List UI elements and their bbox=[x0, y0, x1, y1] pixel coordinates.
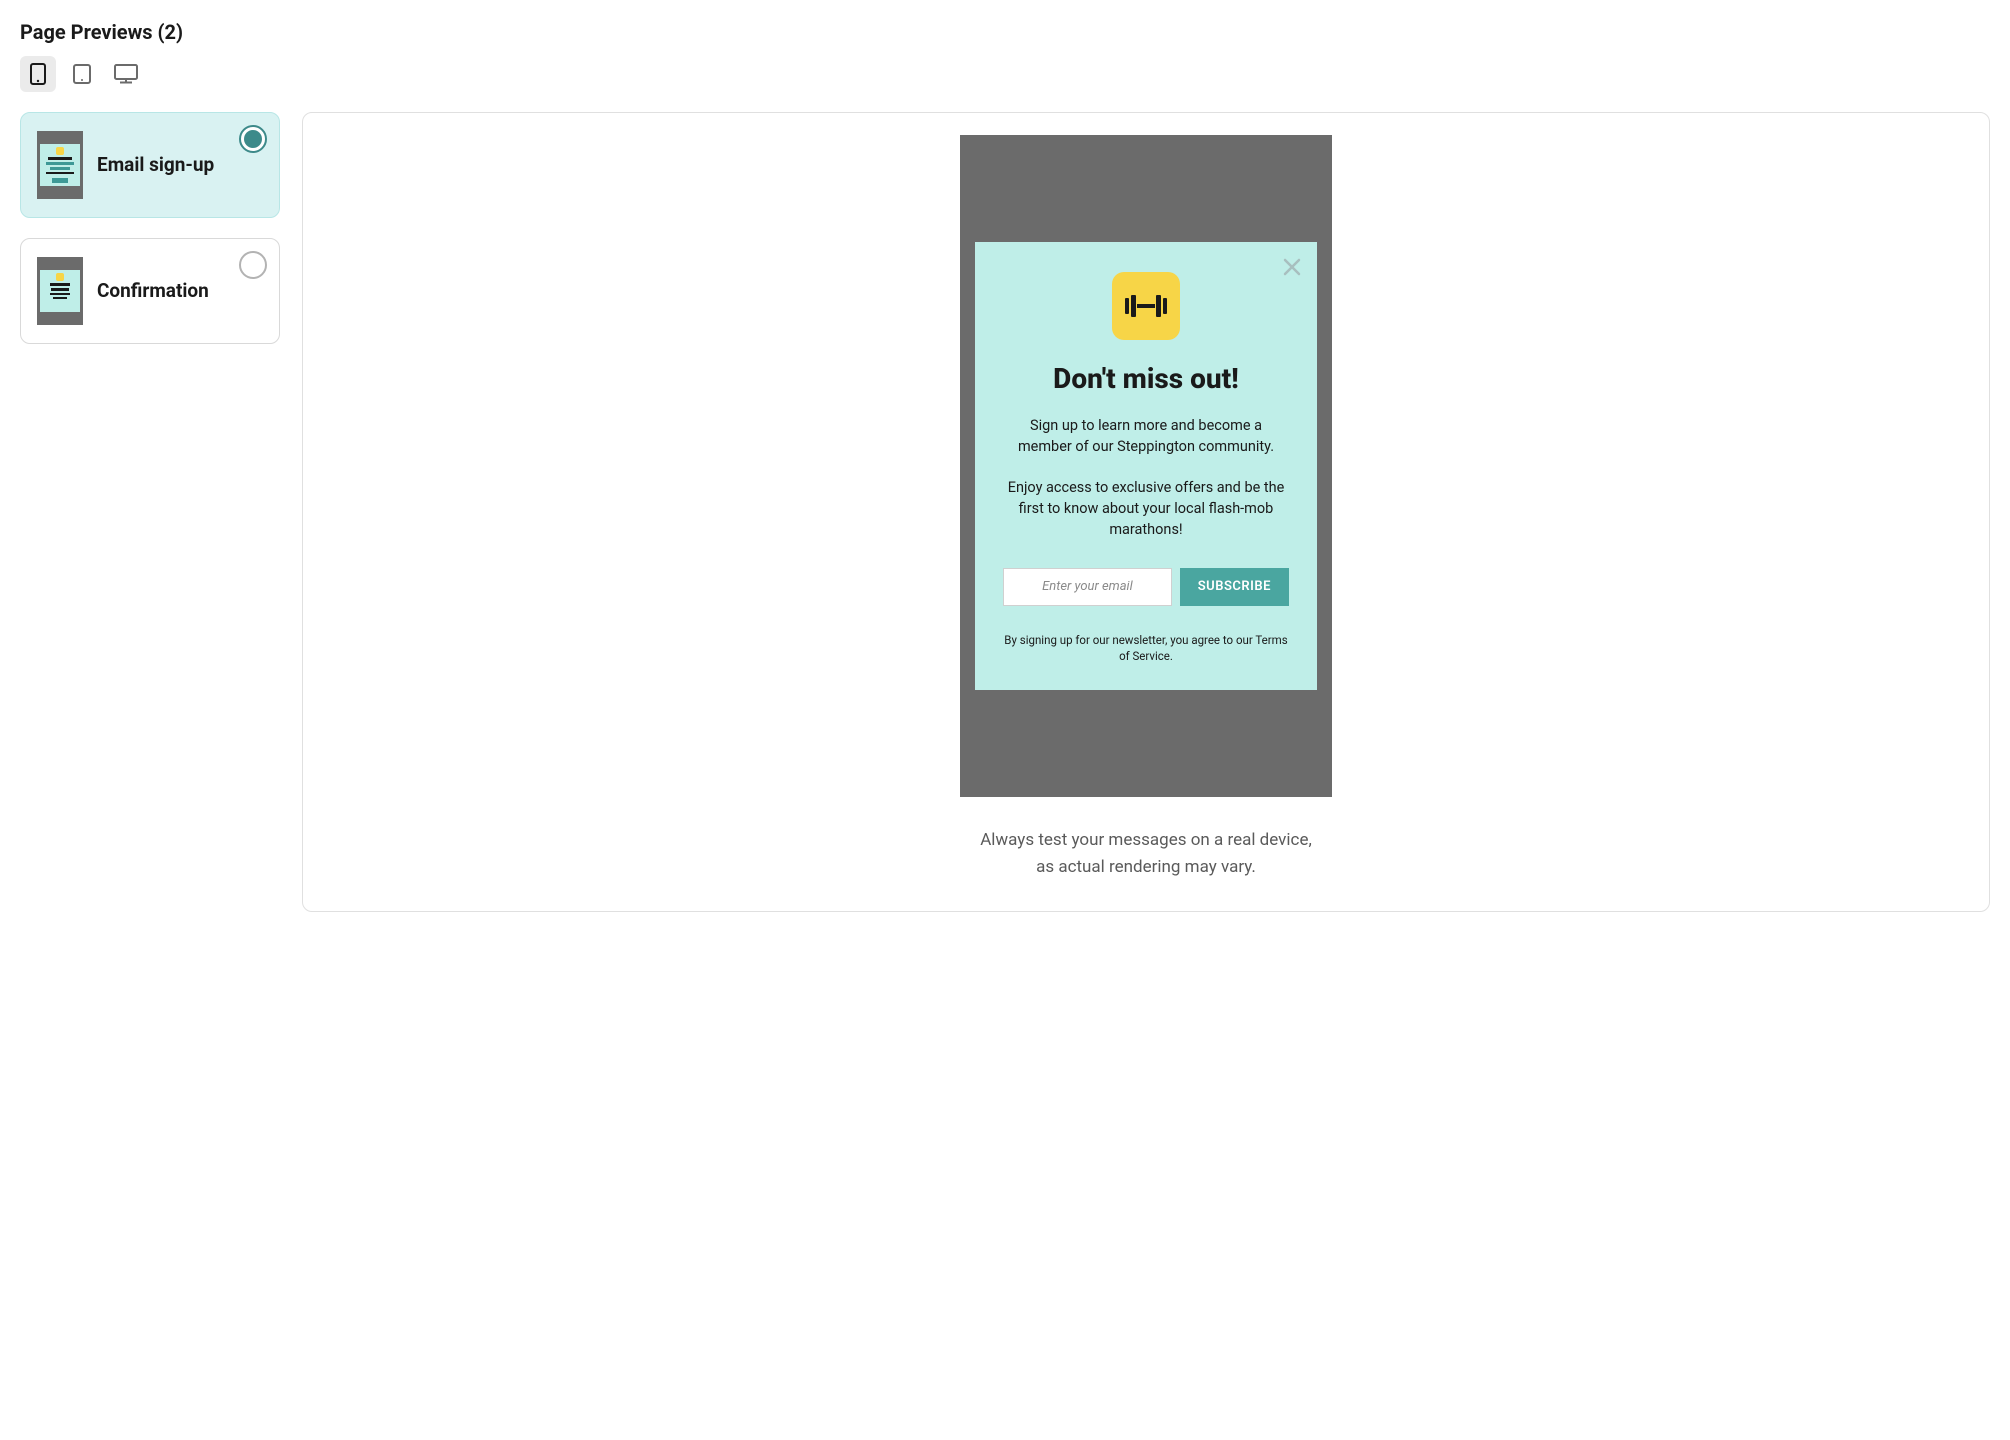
device-tab-tablet[interactable] bbox=[64, 56, 100, 92]
desktop-icon bbox=[114, 64, 138, 84]
popup-paragraph-2: Enjoy access to exclusive offers and be … bbox=[1003, 477, 1289, 540]
mobile-icon bbox=[30, 63, 46, 85]
device-tabs bbox=[20, 56, 1990, 92]
popup-paragraph-1: Sign up to learn more and become a membe… bbox=[1003, 415, 1289, 457]
page-cards-list: Email sign-up Confirmation bbox=[20, 112, 280, 344]
page-thumb bbox=[37, 257, 83, 325]
signup-popup: Don't miss out! Sign up to learn more an… bbox=[975, 242, 1317, 690]
disclaimer-text: By signing up for our newsletter, you ag… bbox=[1003, 632, 1289, 664]
subscribe-row: Enter your email SUBSCRIBE bbox=[1003, 568, 1289, 606]
phone-frame: Don't miss out! Sign up to learn more an… bbox=[960, 135, 1332, 797]
subscribe-button[interactable]: SUBSCRIBE bbox=[1180, 568, 1289, 606]
page-thumb bbox=[37, 131, 83, 199]
device-tab-mobile[interactable] bbox=[20, 56, 56, 92]
popup-heading: Don't miss out! bbox=[1053, 362, 1239, 395]
page-card-label: Email sign-up bbox=[97, 153, 263, 178]
preview-pane: Don't miss out! Sign up to learn more an… bbox=[302, 112, 1990, 912]
device-tab-desktop[interactable] bbox=[108, 56, 144, 92]
footer-note-line1: Always test your messages on a real devi… bbox=[980, 827, 1312, 854]
footer-note: Always test your messages on a real devi… bbox=[980, 827, 1312, 881]
page-card-label: Confirmation bbox=[97, 279, 263, 304]
dumbbell-icon bbox=[1112, 272, 1180, 340]
email-input[interactable]: Enter your email bbox=[1003, 568, 1172, 606]
close-icon[interactable] bbox=[1283, 258, 1301, 280]
footer-note-line2: as actual rendering may vary. bbox=[980, 854, 1312, 881]
page-card-email-signup[interactable]: Email sign-up bbox=[20, 112, 280, 218]
tablet-icon bbox=[72, 64, 92, 84]
page-card-confirmation[interactable]: Confirmation bbox=[20, 238, 280, 344]
page-title: Page Previews (2) bbox=[20, 20, 1990, 44]
radio-unselected[interactable] bbox=[239, 251, 267, 279]
radio-selected[interactable] bbox=[239, 125, 267, 153]
